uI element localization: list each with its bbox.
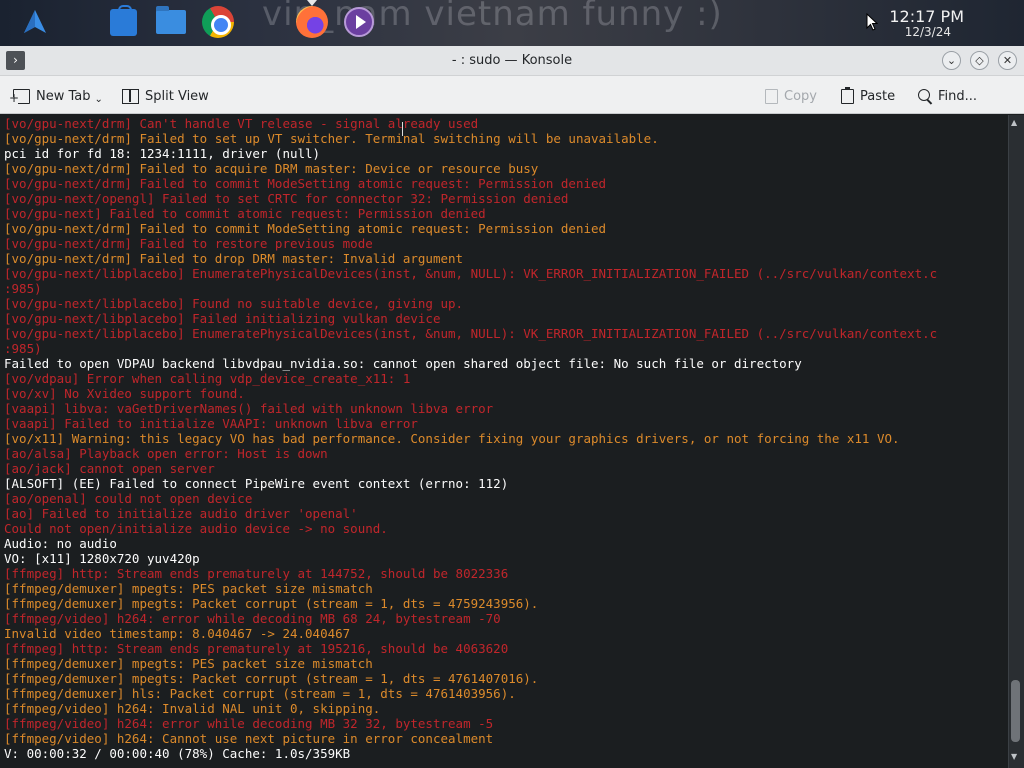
text-cursor-icon: [402, 122, 403, 136]
terminal-line: [vo/x11] Warning: this legacy VO has bad…: [4, 431, 900, 446]
terminal-line: :985): [4, 281, 42, 296]
copy-icon: [765, 88, 778, 104]
terminal-line: [ao/jack] cannot open server: [4, 461, 215, 476]
chrome-icon[interactable]: [202, 6, 234, 38]
terminal-line: [vaapi] Failed to initialize VAAPI: unkn…: [4, 416, 418, 431]
terminal-line: [vo/gpu-next/drm] Failed to acquire DRM …: [4, 161, 539, 176]
terminal-line: [vaapi] libva: vaGetDriverNames() failed…: [4, 401, 494, 416]
terminal-line: Invalid video timestamp: 8.040467 -> 24.…: [4, 626, 351, 641]
terminal-line: [ao/openal] could not open device: [4, 491, 253, 506]
wallpaper-text: vin_nam vietnam funny :): [262, 0, 723, 34]
terminal-line: [ao] Failed to initialize audio driver '…: [4, 506, 358, 521]
paste-label: Paste: [860, 88, 896, 104]
find-label: Find...: [938, 88, 978, 104]
terminal-line: [ffmpeg/demuxer] mpegts: PES packet size…: [4, 656, 373, 671]
terminal-output[interactable]: [vo/gpu-next/drm] Can't handle VT releas…: [0, 115, 1008, 768]
terminal-line: :985): [4, 341, 42, 356]
minimize-button[interactable]: ⌄: [942, 51, 961, 70]
terminal-line: [ffmpeg/demuxer] mpegts: Packet corrupt …: [4, 596, 539, 611]
launcher-icon[interactable]: [20, 7, 52, 39]
terminal-line: pci id for fd 18: 1234:1111, driver (nul…: [4, 146, 321, 161]
terminal-line: [vo/gpu-next] Failed to commit atomic re…: [4, 206, 486, 221]
file-manager-icon[interactable]: [156, 6, 186, 34]
terminal-line: [ffmpeg/video] h264: Invalid NAL unit 0,…: [4, 701, 381, 716]
copy-label: Copy: [784, 88, 817, 104]
search-icon: [918, 88, 932, 104]
close-button[interactable]: ✕: [998, 51, 1017, 70]
terminal-line: [vo/vdpau] Error when calling vdp_device…: [4, 371, 411, 386]
terminal-line: Could not open/initialize audio device -…: [4, 521, 388, 536]
new-tab-button[interactable]: New Tab ⌄: [9, 86, 103, 106]
window-titlebar[interactable]: › - : sudo — Konsole ⌄ ◇ ✕: [0, 46, 1024, 76]
split-view-icon: [122, 88, 139, 104]
terminal-line: [vo/gpu-next/drm] Can't handle VT releas…: [4, 116, 479, 131]
terminal-line: [ffmpeg/demuxer] hls: Packet corrupt (st…: [4, 686, 516, 701]
scroll-down-arrow-icon[interactable]: ▼: [1011, 752, 1017, 761]
chevron-down-icon[interactable]: ⌄: [95, 94, 103, 105]
terminal-line: [vo/gpu-next/libplacebo] Failed initiali…: [4, 311, 441, 326]
terminal-line: Failed to open VDPAU backend libvdpau_nv…: [4, 356, 802, 371]
vertical-scrollbar[interactable]: [1008, 115, 1024, 768]
terminal-line: [ffmpeg/video] h264: error while decodin…: [4, 611, 501, 626]
terminal-line: V: 00:00:32 / 00:00:40 (78%) Cache: 1.0s…: [4, 746, 351, 761]
terminal-line: [ffmpeg] http: Stream ends prematurely a…: [4, 641, 509, 656]
terminal-line: [ao/alsa] Playback open error: Host is d…: [4, 446, 328, 461]
copy-button[interactable]: Copy: [765, 86, 817, 106]
terminal-line: [vo/gpu-next/drm] Failed to commit ModeS…: [4, 176, 607, 191]
window-title: - : sudo — Konsole: [451, 53, 573, 68]
hamburger-menu-icon[interactable]: [996, 87, 1014, 101]
terminal-line: [vo/gpu-next/drm] Failed to commit ModeS…: [4, 221, 607, 236]
terminal-line: [vo/gpu-next/libplacebo] EnumeratePhysic…: [4, 266, 938, 281]
terminal-line: [vo/gpu-next/libplacebo] EnumeratePhysic…: [4, 326, 938, 341]
clock-time[interactable]: 12:17 PM: [889, 7, 964, 26]
terminal-line: [vo/gpu-next/drm] Failed to restore prev…: [4, 236, 373, 251]
terminal-line: [ALSOFT] (EE) Failed to connect PipeWire…: [4, 476, 509, 491]
terminal-line: VO: [x11] 1280x720 yuv420p: [4, 551, 200, 566]
terminal-line: [vo/gpu-next/libplacebo] Found no suitab…: [4, 296, 464, 311]
scroll-up-arrow-icon[interactable]: ▲: [1011, 118, 1017, 127]
top-panel: vin_nam vietnam funny :) 12:17 PM 12/3/2…: [0, 0, 1024, 46]
terminal-line: [vo/xv] No Xvideo support found.: [4, 386, 245, 401]
scrollbar-thumb[interactable]: [1011, 680, 1020, 742]
terminal-line: [ffmpeg] http: Stream ends prematurely a…: [4, 566, 509, 581]
terminal-line: [ffmpeg/video] h264: error while decodin…: [4, 716, 494, 731]
paste-icon: [841, 86, 854, 104]
new-tab-label: New Tab: [36, 88, 91, 104]
new-tab-icon: [9, 88, 30, 104]
terminal-line: [vo/gpu-next/drm] Failed to drop DRM mas…: [4, 251, 464, 266]
terminal-line: [ffmpeg/video] h264: Cannot use next pic…: [4, 731, 494, 746]
terminal-line: [ffmpeg/demuxer] mpegts: PES packet size…: [4, 581, 373, 596]
software-store-icon[interactable]: [110, 5, 137, 36]
split-view-label: Split View: [145, 88, 209, 104]
terminal-line: [vo/gpu-next/opengl] Failed to set CRTC …: [4, 191, 569, 206]
konsole-toolbar: New Tab ⌄ Split View Copy Paste Find...: [0, 76, 1024, 114]
firefox-icon[interactable]: [296, 6, 328, 38]
terminal-line: [ffmpeg/demuxer] mpegts: Packet corrupt …: [4, 671, 539, 686]
clock-date[interactable]: 12/3/24: [905, 25, 951, 39]
find-button[interactable]: Find...: [918, 86, 977, 106]
maximize-button[interactable]: ◇: [970, 51, 989, 70]
paste-button[interactable]: Paste: [841, 86, 895, 106]
terminal-line: Audio: no audio: [4, 536, 117, 551]
terminal-line: [vo/gpu-next/drm] Failed to set up VT sw…: [4, 131, 659, 146]
split-view-button[interactable]: Split View: [122, 86, 209, 106]
media-player-icon[interactable]: [344, 7, 374, 37]
